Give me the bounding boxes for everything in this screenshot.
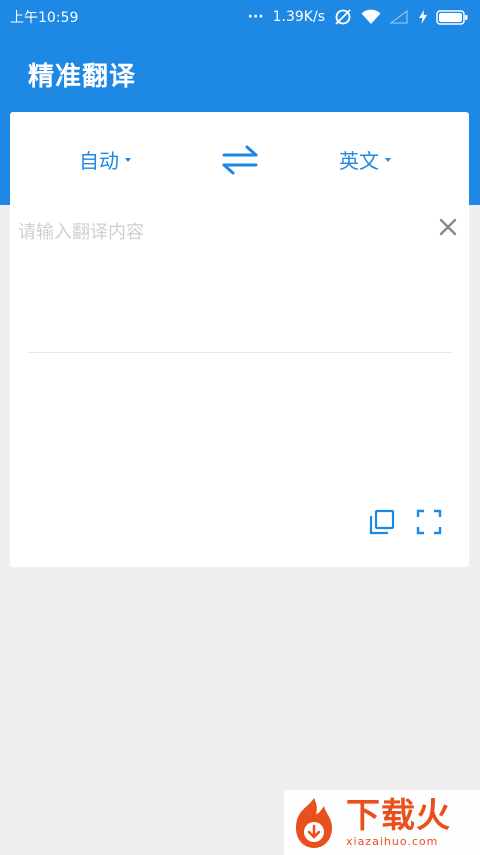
watermark-name: 下载火 xyxy=(346,796,451,836)
translate-input[interactable] xyxy=(18,212,428,252)
rotation-lock-icon xyxy=(335,9,351,25)
swap-arrows-icon[interactable] xyxy=(220,142,260,178)
source-language-dropdown[interactable]: 自动 xyxy=(79,145,131,173)
source-language-label: 自动 xyxy=(79,148,119,173)
status-bar: 上午10:59 ··· 1.39K/s xyxy=(0,0,480,34)
battery-icon xyxy=(436,9,468,25)
status-dots: ··· xyxy=(247,9,264,25)
target-language-dropdown[interactable]: 英文 xyxy=(339,145,391,173)
language-selector-row: 自动 英文 xyxy=(10,112,469,207)
copy-icon[interactable] xyxy=(369,509,395,535)
charging-icon xyxy=(419,10,427,24)
translate-card: 自动 英文 xyxy=(10,112,469,567)
result-divider xyxy=(27,352,453,353)
watermark-url: xiazaihuo.com xyxy=(346,835,439,848)
flame-logo-icon xyxy=(296,797,332,848)
network-speed: 1.39K/s xyxy=(272,9,325,25)
status-time: 上午10:59 xyxy=(10,10,79,26)
close-icon[interactable] xyxy=(437,216,459,238)
wifi-icon xyxy=(361,9,381,24)
app-title: 精准翻译 xyxy=(28,62,137,92)
dropdown-caret-icon xyxy=(385,158,391,162)
fullscreen-icon[interactable] xyxy=(416,509,442,535)
signal-icon xyxy=(390,10,408,24)
target-language-label: 英文 xyxy=(339,148,379,173)
dropdown-caret-icon xyxy=(125,158,131,162)
status-indicators: ··· 1.39K/s xyxy=(248,8,468,26)
watermark: 下载火 xiazaihuo.com xyxy=(284,790,480,855)
